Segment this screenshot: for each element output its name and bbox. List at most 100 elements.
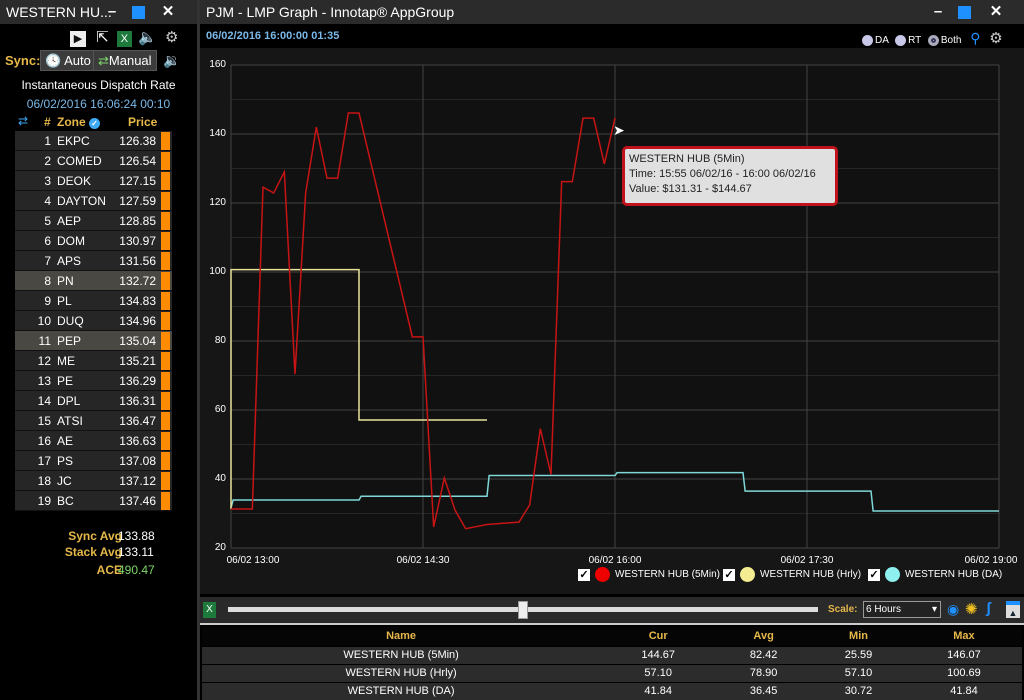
zone-row[interactable]: 5 AEP 128.85 <box>15 211 172 231</box>
price-bar <box>161 372 170 390</box>
maximize-button[interactable] <box>126 0 150 24</box>
table-cell: 41.84 <box>905 681 1022 700</box>
price-bar <box>161 392 170 410</box>
column-header[interactable]: Max <box>905 627 1022 646</box>
zone-name: PE <box>57 374 74 388</box>
zone-price: 137.12 <box>119 474 156 488</box>
legend-hrly[interactable]: ✓ WESTERN HUB (Hrly) <box>723 567 861 582</box>
zone-price: 136.31 <box>119 394 156 408</box>
close-button[interactable]: ✕ <box>156 0 180 24</box>
column-header[interactable]: Name <box>202 627 601 646</box>
slider-thumb[interactable] <box>518 601 528 619</box>
sun-icon[interactable]: ✺ <box>965 600 978 618</box>
zone-price: 136.63 <box>119 434 156 448</box>
price-bar <box>161 352 170 370</box>
y-tick-label: 60 <box>214 404 226 415</box>
zone-row[interactable]: 6 DOM 130.97 <box>15 231 172 251</box>
auto-sync-button[interactable]: 🕓 Auto <box>40 50 96 71</box>
manual-sync-button[interactable]: ⇄Manual <box>93 50 157 71</box>
zone-row[interactable]: 16 AE 136.63 <box>15 431 172 451</box>
zone-rank: 6 <box>44 234 51 248</box>
zone-rank: 8 <box>44 274 51 288</box>
zone-row[interactable]: 9 PL 134.83 <box>15 291 172 311</box>
table-cell: 57.10 <box>811 663 906 682</box>
gear-icon[interactable]: ⚙ <box>165 28 178 46</box>
zone-name: ATSI <box>57 414 83 428</box>
zone-name: DPL <box>57 394 81 408</box>
column-header[interactable]: Cur <box>600 627 717 646</box>
zone-rank: 16 <box>37 434 51 448</box>
price-bar <box>161 332 170 350</box>
zone-row[interactable]: 13 PE 136.29 <box>15 371 172 391</box>
zone-row[interactable]: 14 DPL 136.31 <box>15 391 172 411</box>
popout-icon[interactable]: ⇱ <box>96 28 109 46</box>
zone-row[interactable]: 12 ME 135.21 <box>15 351 172 371</box>
zone-row[interactable]: 3 DEOK 127.15 <box>15 171 172 191</box>
table-cell: 146.07 <box>905 645 1022 664</box>
tooltip: WESTERN HUB (5Min) Time: 15:55 06/02/16 … <box>622 146 838 206</box>
table-cell: WESTERN HUB (5Min) <box>202 645 601 664</box>
panel-toggle-icon[interactable]: ▲ <box>1006 601 1020 618</box>
dispatch-rate-window: WESTERN HU... – ✕ ▶ ⇱ X 🔈 ⚙ Sync: 🕓 Auto… <box>0 0 197 700</box>
table-cell: WESTERN HUB (Hrly) <box>202 663 601 682</box>
zone-rank: 17 <box>37 454 51 468</box>
stats-table: Name Cur Avg Min Max WESTERN HUB (5Min) 144.67… <box>202 627 1022 700</box>
zone-rank: 11 <box>38 334 51 348</box>
zone-row[interactable]: 1 EKPC 126.38 <box>15 131 172 151</box>
eye-icon[interactable]: ◉ <box>947 601 959 618</box>
table-row[interactable]: WESTERN HUB (5Min) 144.67 82.42 25.59 146.07 <box>202 645 1022 664</box>
zone-price: 126.54 <box>119 154 156 168</box>
zone-rank: 10 <box>37 314 51 328</box>
column-header[interactable]: Avg <box>716 627 812 646</box>
legend-da[interactable]: ✓ WESTERN HUB (DA) <box>868 567 1002 582</box>
zone-price: 137.08 <box>119 454 156 468</box>
zone-rank: 13 <box>37 374 51 388</box>
price-bar <box>161 132 170 150</box>
zone-name: JC <box>57 474 72 488</box>
scale-select[interactable]: 6 Hours ▾ <box>863 601 941 618</box>
table-cell: 36.45 <box>716 681 812 700</box>
zone-name: DUQ <box>57 314 84 328</box>
table-row[interactable]: WESTERN HUB (DA) 41.84 36.45 30.72 41.84 <box>202 681 1022 700</box>
zone-row[interactable]: 19 BC 137.46 <box>15 491 172 511</box>
play-icon[interactable]: ▶ <box>70 31 86 47</box>
price-bar <box>161 272 170 290</box>
curve-icon[interactable]: ʃ <box>986 600 991 617</box>
col-zone[interactable]: Zone ✓ <box>57 115 101 129</box>
zone-row[interactable]: 10 DUQ 134.96 <box>15 311 172 331</box>
zone-row[interactable]: 7 APS 131.56 <box>15 251 172 271</box>
speaker-icon[interactable]: 🔈 <box>138 28 157 46</box>
col-num: # <box>44 115 51 129</box>
zone-row[interactable]: 18 JC 137.12 <box>15 471 172 491</box>
zone-name: AE <box>57 434 74 448</box>
legend-5min[interactable]: ✓ WESTERN HUB (5Min) <box>578 567 720 582</box>
zone-price: 134.83 <box>119 294 156 308</box>
zone-rank: 3 <box>44 174 51 188</box>
sync-avg-label: Sync Avg <box>68 529 122 543</box>
table-cell: 144.67 <box>600 645 717 664</box>
minimize-button[interactable]: – <box>100 0 124 24</box>
lmp-chart[interactable] <box>200 0 1024 600</box>
zone-row[interactable]: 2 COMED 126.54 <box>15 151 172 171</box>
x-tick-label: 06/02 17:30 <box>780 555 834 566</box>
zone-row[interactable]: 11 PEP 135.04 <box>15 331 172 351</box>
swap-arrows-icon: ⇄ <box>98 53 109 68</box>
zone-row[interactable]: 4 DAYTON 127.59 <box>15 191 172 211</box>
zone-row[interactable]: 15 ATSI 136.47 <box>15 411 172 431</box>
excel-export-icon[interactable]: X <box>203 602 216 618</box>
zone-price: 127.59 <box>119 194 156 208</box>
zone-rank: 7 <box>44 254 51 268</box>
sound-icon[interactable]: 🔉 <box>163 52 180 69</box>
table-cell: 25.59 <box>811 645 906 664</box>
excel-icon[interactable]: X <box>116 31 132 47</box>
table-row[interactable]: WESTERN HUB (Hrly) 57.10 78.90 57.10 100.69 <box>202 663 1022 682</box>
y-tick-label: 20 <box>214 542 226 553</box>
price-bar <box>161 252 170 270</box>
zone-row[interactable]: 8 PN 132.72 <box>15 271 172 291</box>
y-tick-label: 140 <box>209 128 226 139</box>
x-tick-label: 06/02 19:00 <box>964 555 1018 566</box>
price-bar <box>161 212 170 230</box>
column-header[interactable]: Min <box>811 627 906 646</box>
zone-name: BC <box>57 494 74 508</box>
zone-row[interactable]: 17 PS 137.08 <box>15 451 172 471</box>
